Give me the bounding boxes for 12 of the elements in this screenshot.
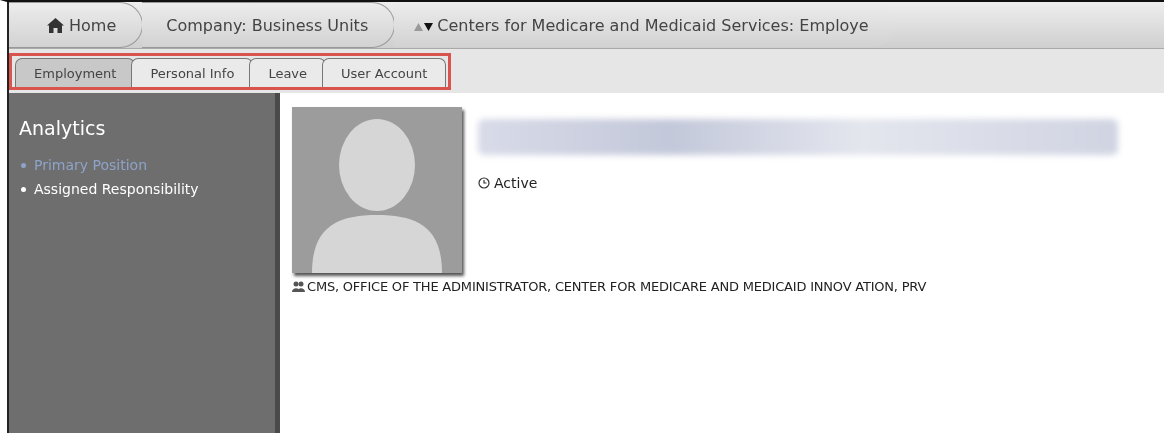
clock-icon <box>478 177 490 189</box>
bullet-icon <box>21 162 26 168</box>
status-text: Active <box>494 175 538 191</box>
people-icon <box>292 281 305 292</box>
bullet-icon <box>21 186 26 192</box>
sidebar-title: Analytics <box>19 117 106 139</box>
sidebar-link[interactable]: Assigned Responsibility <box>34 181 199 197</box>
home-icon <box>47 17 64 33</box>
breadcrumb-link[interactable]: Company: Business Units <box>142 2 396 48</box>
breadcrumb-link[interactable]: Home <box>9 2 144 48</box>
organization-path: CMS, OFFICE OF THE ADMINISTRATOR, CENTER FOR MEDICARE AND MEDICAID INNOV ATION, PRV <box>307 279 927 294</box>
tab[interactable]: User Account <box>322 58 447 87</box>
